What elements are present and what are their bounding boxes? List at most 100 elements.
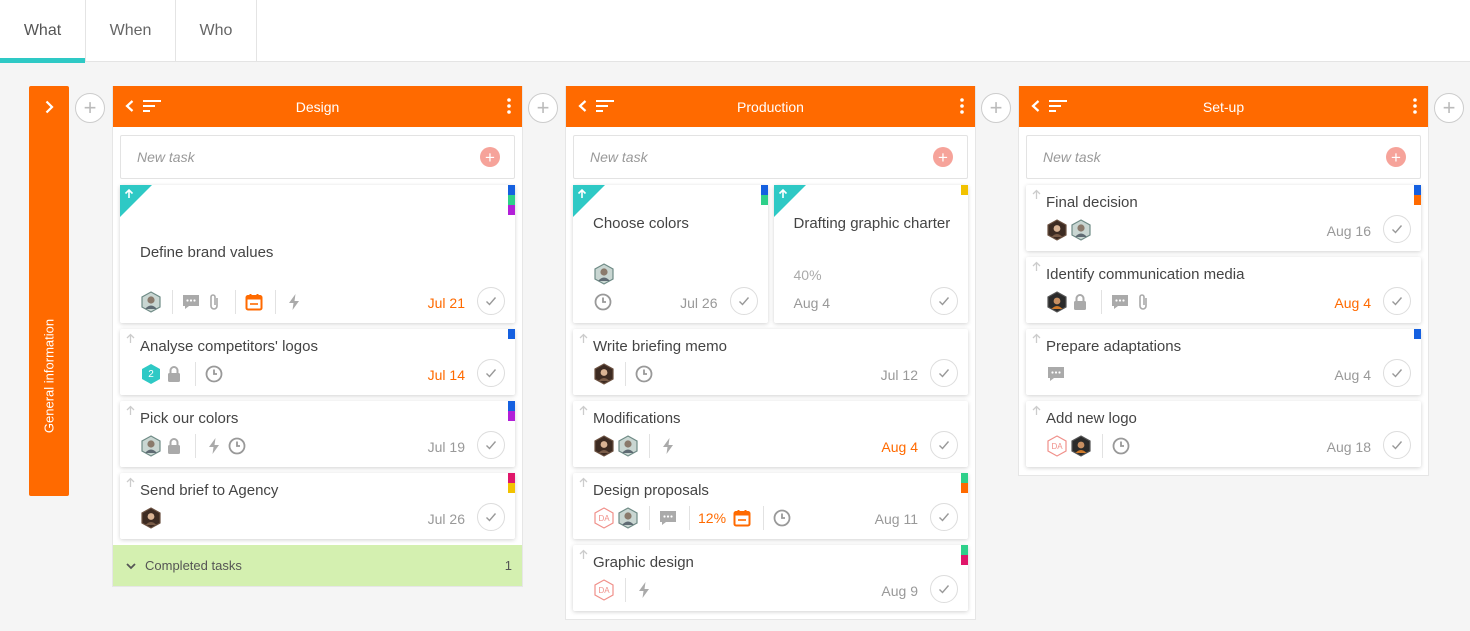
task-card[interactable]: Choose colors Jul 26 [573,185,768,323]
add-column-button[interactable]: + [528,93,558,123]
check-icon [938,511,950,523]
tab-who[interactable]: Who [176,0,257,62]
attachment-icon[interactable] [1133,292,1153,312]
new-task-input[interactable]: New task + [573,135,968,179]
avatar-icon[interactable] [1070,435,1092,457]
column-header: Production [566,86,975,127]
more-vertical-icon[interactable] [504,97,514,115]
clock-icon[interactable] [1111,436,1131,456]
add-task-icon[interactable]: + [1386,147,1406,167]
lightning-icon[interactable] [204,436,224,456]
avatar-icon[interactable] [593,263,615,285]
add-column-button[interactable]: + [981,93,1011,123]
add-task-icon[interactable]: + [480,147,500,167]
add-column-button[interactable]: + [75,93,105,123]
task-card[interactable]: Define brand values Jul 21 [120,185,515,323]
completed-tasks-toggle[interactable]: Completed tasks 1 [113,545,522,586]
tab-label: When [109,22,152,39]
chevron-left-icon[interactable] [123,98,137,114]
column-set-up: Set-up New task + Final decision Aug 16 … [1018,86,1429,476]
avatar-initials[interactable]: DA [1046,435,1068,457]
complete-task-button[interactable] [477,287,505,315]
task-card[interactable]: Analyse competitors' logos 2 Jul 14 [120,329,515,395]
comment-icon[interactable] [1046,364,1066,384]
chevron-right-icon[interactable] [41,99,57,115]
avatar-icon[interactable] [1046,219,1068,241]
calendar-icon[interactable] [732,508,752,528]
collapsed-column-title: General information [41,318,57,434]
task-card[interactable]: Identify communication media Aug 4 [1026,257,1421,323]
add-column-button[interactable]: + [1434,93,1464,123]
sort-icon[interactable] [143,99,161,113]
complete-task-button[interactable] [477,503,505,531]
task-card[interactable]: Pick our colors Jul 19 [120,401,515,467]
avatar-icon[interactable] [1046,291,1068,313]
task-card[interactable]: Add new logo DA Aug 18 [1026,401,1421,467]
clock-icon[interactable] [593,292,613,312]
due-date: Jul 12 [880,367,918,383]
task-title: Choose colors [593,215,689,232]
complete-task-button[interactable] [1383,359,1411,387]
sort-icon[interactable] [596,99,614,113]
more-vertical-icon[interactable] [1410,97,1420,115]
task-card[interactable]: Final decision Aug 16 [1026,185,1421,251]
task-card[interactable]: Design proposals DA 12% Aug 11 [573,473,968,539]
tag-colors [508,401,515,421]
avatar-icon[interactable] [593,363,615,385]
initials-text: DA [1051,441,1063,451]
complete-task-button[interactable] [1383,215,1411,243]
attachment-icon[interactable] [204,292,224,312]
clock-icon[interactable] [634,364,654,384]
collapsed-column-general-information[interactable]: General information [29,86,69,496]
avatar-icon[interactable] [617,435,639,457]
more-vertical-icon[interactable] [957,97,967,115]
tab-what[interactable]: What [0,0,86,63]
new-task-input[interactable]: New task + [1026,135,1421,179]
lock-icon [164,364,184,384]
add-task-icon[interactable]: + [933,147,953,167]
task-card[interactable]: Drafting graphic charter 40% Aug 4 [773,185,968,323]
comment-icon[interactable] [1110,292,1130,312]
avatar-initials[interactable]: DA [593,507,615,529]
clock-icon[interactable] [204,364,224,384]
subtask-count-badge[interactable]: 2 [140,363,162,385]
check-icon [485,439,497,451]
task-card[interactable]: Graphic design DA Aug 9 [573,545,968,611]
comment-icon[interactable] [658,508,678,528]
avatar-icon[interactable] [140,435,162,457]
complete-task-button[interactable] [930,431,958,459]
task-card[interactable]: Prepare adaptations Aug 4 [1026,329,1421,395]
lightning-icon[interactable] [284,292,304,312]
sort-icon[interactable] [1049,99,1067,113]
complete-task-button[interactable] [729,287,758,315]
avatar-initials[interactable]: DA [593,579,615,601]
avatar-icon[interactable] [140,507,162,529]
complete-task-button[interactable] [930,359,958,387]
task-card[interactable]: Write briefing memo Jul 12 [573,329,968,395]
comment-icon[interactable] [181,292,201,312]
complete-task-button[interactable] [477,431,505,459]
complete-task-button[interactable] [930,575,958,603]
avatar-icon[interactable] [1070,219,1092,241]
chevron-left-icon[interactable] [576,98,590,114]
complete-task-button[interactable] [930,287,958,315]
complete-task-button[interactable] [930,503,958,531]
lightning-icon[interactable] [634,580,654,600]
check-icon [485,511,497,523]
complete-task-button[interactable] [1383,431,1411,459]
complete-task-button[interactable] [477,359,505,387]
calendar-icon[interactable] [244,292,264,312]
task-card[interactable]: Send brief to Agency Jul 26 [120,473,515,539]
avatar-icon[interactable] [140,291,162,313]
avatar-icon[interactable] [593,435,615,457]
lightning-icon[interactable] [658,436,678,456]
clock-icon[interactable] [227,436,247,456]
complete-task-button[interactable] [1383,287,1411,315]
new-task-input[interactable]: New task + [120,135,515,179]
task-card[interactable]: Modifications Aug 4 [573,401,968,467]
clock-icon[interactable] [772,508,792,528]
chevron-left-icon[interactable] [1029,98,1043,114]
avatar-icon[interactable] [617,507,639,529]
plus-icon: + [536,95,550,120]
tab-when[interactable]: When [86,0,176,62]
